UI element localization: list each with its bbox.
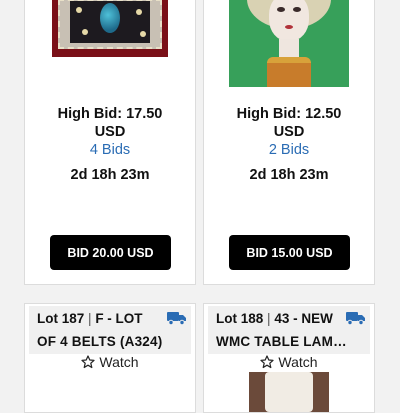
truck-icon: [167, 312, 186, 325]
flower-motif: [136, 9, 142, 15]
vase-base: [267, 57, 311, 87]
flower-motif: [140, 31, 146, 37]
item-image-lady-head-vase[interactable]: [229, 0, 349, 87]
flower-motif: [76, 7, 82, 13]
time-left: 2d 18h 23m: [70, 167, 150, 183]
auction-card-1: High Bid: 17.50 USD 4 Bids 2d 18h 23m BI…: [24, 0, 196, 285]
high-bid-label: High Bid: 17.50: [57, 106, 163, 122]
currency-label: USD: [273, 124, 305, 140]
peacock-figure: [100, 3, 120, 33]
lot-title: 43 - NEW: [274, 311, 333, 326]
item-image-table-lamp[interactable]: [249, 372, 329, 412]
currency-label: USD: [94, 124, 126, 140]
time-left: 2d 18h 23m: [249, 167, 329, 183]
bids-count-link[interactable]: 4 Bids: [25, 141, 195, 159]
high-bid-label: High Bid: 12.50: [236, 106, 342, 122]
face-shape: [269, 0, 309, 41]
lot-card-188: Lot 188 | 43 - NEW WMC TABLE LAM… Watch: [203, 303, 375, 413]
star-outline-icon: [260, 355, 275, 369]
lot-title-line: Lot 188 | 43 - NEW: [216, 310, 333, 328]
watch-label: Watch: [99, 354, 139, 370]
lot-header[interactable]: Lot 188 | 43 - NEW WMC TABLE LAM…: [208, 306, 370, 354]
lot-title-line: Lot 187 | F - LOT: [37, 310, 143, 328]
lips-shape: [285, 25, 293, 29]
lot-title-continued: WMC TABLE LAM…: [216, 334, 347, 349]
watch-toggle[interactable]: Watch: [25, 353, 195, 371]
auction-card-2: High Bid: 12.50 USD 2 Bids 2d 18h 23m BI…: [203, 0, 375, 285]
lot-title: F - LOT: [95, 311, 143, 326]
bid-button[interactable]: BID 15.00 USD: [229, 235, 350, 270]
star-outline-icon: [81, 355, 96, 369]
lot-card-187: Lot 187 | F - LOT OF 4 BELTS (A324) Watc…: [24, 303, 196, 413]
bid-button[interactable]: BID 20.00 USD: [50, 235, 171, 270]
lot-title-continued: OF 4 BELTS (A324): [37, 334, 163, 349]
image-panel: [70, 1, 150, 43]
lot-number: Lot 188: [216, 311, 264, 326]
item-image-peacock-art[interactable]: [52, 0, 168, 57]
bids-count-link[interactable]: 2 Bids: [204, 141, 374, 159]
eye-shape: [293, 7, 301, 12]
flower-motif: [82, 29, 88, 35]
lot-separator: |: [267, 311, 271, 326]
image-frame: [58, 0, 162, 49]
watch-toggle[interactable]: Watch: [204, 353, 374, 371]
eye-shape: [277, 7, 285, 12]
lot-header[interactable]: Lot 187 | F - LOT OF 4 BELTS (A324): [29, 306, 191, 354]
lot-number: Lot 187: [37, 311, 85, 326]
watch-label: Watch: [278, 354, 318, 370]
truck-icon: [346, 312, 365, 325]
lamp-shade: [265, 372, 313, 412]
lot-separator: |: [88, 311, 92, 326]
